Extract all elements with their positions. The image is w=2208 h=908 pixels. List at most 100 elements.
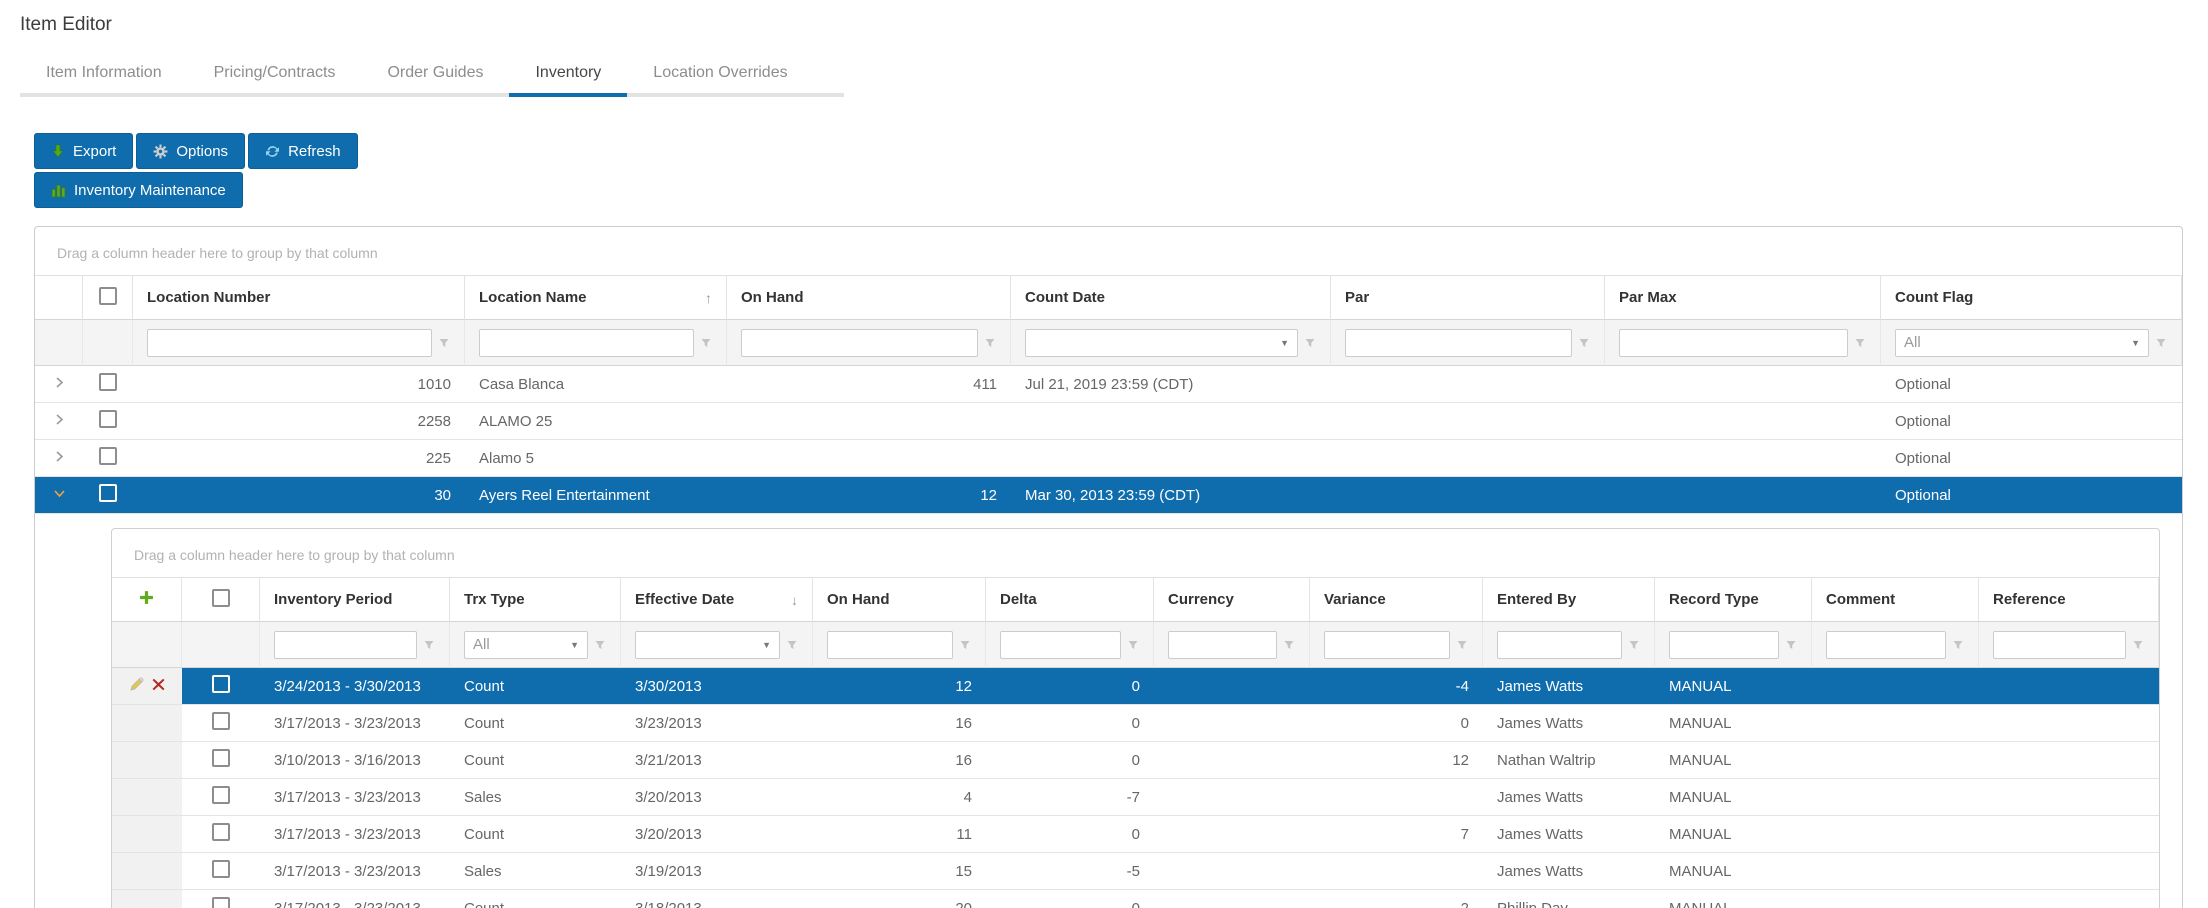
filter-input[interactable] (1497, 631, 1622, 659)
location-row[interactable]: 30 Ayers Reel Entertainment 12 Mar 30, 2… (35, 477, 2182, 514)
filter-funnel-icon[interactable] (2155, 337, 2167, 349)
filter-funnel-icon[interactable] (1854, 337, 1866, 349)
row-checkbox[interactable] (212, 749, 230, 767)
row-checkbox[interactable] (212, 675, 230, 693)
filter-funnel-icon[interactable] (1456, 639, 1468, 651)
column-header[interactable]: Reference (1979, 578, 2159, 622)
filter-input[interactable] (274, 631, 417, 659)
filter-input[interactable] (741, 329, 978, 357)
delete-icon[interactable] (152, 678, 165, 691)
location-row[interactable]: 225 Alamo 5 Optional (35, 440, 2182, 477)
export-button[interactable]: Export (34, 133, 133, 169)
column-header[interactable]: Count Flag (1881, 276, 2182, 320)
transaction-row[interactable]: 3/24/2013 - 3/30/2013 Count 3/30/2013 12… (112, 668, 2159, 705)
filter-input[interactable] (1619, 329, 1848, 357)
column-header[interactable]: Par (1331, 276, 1605, 320)
transaction-row[interactable]: 3/17/2013 - 3/23/2013 Sales 3/19/2013 15… (112, 853, 2159, 890)
column-header[interactable]: Record Type (1655, 578, 1812, 622)
column-header[interactable]: On Hand (813, 578, 986, 622)
select-all-checkbox[interactable] (99, 287, 117, 305)
expand-chevron-icon[interactable] (53, 488, 66, 499)
filter-funnel-icon[interactable] (786, 639, 798, 651)
transaction-row[interactable]: 3/17/2013 - 3/23/2013 Count 3/23/2013 16… (112, 705, 2159, 742)
row-checkbox[interactable] (99, 484, 117, 502)
filter-input[interactable]: ▼ (635, 631, 780, 659)
transaction-row[interactable]: 3/17/2013 - 3/23/2013 Count 3/18/2013 20… (112, 890, 2159, 908)
filter-funnel-icon[interactable] (594, 639, 606, 651)
column-header[interactable]: Trx Type (450, 578, 621, 622)
select-all-column-header[interactable] (182, 578, 260, 622)
filter-input[interactable] (1826, 631, 1946, 659)
filter-funnel-icon[interactable] (1127, 639, 1139, 651)
row-checkbox[interactable] (99, 410, 117, 428)
filter-input[interactable] (1324, 631, 1450, 659)
filter-funnel-icon[interactable] (1578, 337, 1590, 349)
filter-input[interactable] (479, 329, 694, 357)
column-header[interactable]: Par Max (1605, 276, 1881, 320)
row-checkbox[interactable] (212, 786, 230, 804)
edit-icon[interactable] (129, 677, 144, 692)
transaction-row[interactable]: 3/17/2013 - 3/23/2013 Sales 3/20/2013 4 … (112, 779, 2159, 816)
column-header[interactable]: Delta (986, 578, 1154, 622)
row-checkbox[interactable] (99, 373, 117, 391)
filter-funnel-icon[interactable] (438, 337, 450, 349)
row-checkbox[interactable] (212, 823, 230, 841)
filter-funnel-icon[interactable] (1785, 639, 1797, 651)
filter-input[interactable] (1000, 631, 1121, 659)
filter-funnel-icon[interactable] (1304, 337, 1316, 349)
column-header[interactable]: Entered By (1483, 578, 1655, 622)
add-record-button[interactable] (139, 590, 154, 605)
column-header[interactable]: On Hand (727, 276, 1011, 320)
filter-funnel-icon[interactable] (2132, 639, 2144, 651)
dropdown-caret-icon[interactable]: ▼ (2131, 338, 2140, 348)
refresh-button[interactable]: Refresh (248, 133, 358, 169)
dropdown-caret-icon[interactable]: ▼ (570, 640, 579, 650)
filter-funnel-icon[interactable] (700, 337, 712, 349)
location-row[interactable]: 2258 ALAMO 25 Optional (35, 403, 2182, 440)
filter-funnel-icon[interactable] (984, 337, 996, 349)
dropdown-caret-icon[interactable]: ▼ (1280, 338, 1289, 348)
options-button[interactable]: Options (136, 133, 245, 169)
expand-chevron-icon[interactable] (54, 450, 65, 463)
filter-input[interactable] (1669, 631, 1779, 659)
filter-funnel-icon[interactable] (959, 639, 971, 651)
dropdown-caret-icon[interactable]: ▼ (762, 640, 771, 650)
column-header[interactable]: Count Date (1011, 276, 1331, 320)
filter-input[interactable]: ▼ (1025, 329, 1298, 357)
expand-chevron-icon[interactable] (54, 413, 65, 426)
filter-input[interactable] (1168, 631, 1277, 659)
filter-input[interactable] (1993, 631, 2126, 659)
transaction-row[interactable]: 3/10/2013 - 3/16/2013 Count 3/21/2013 16… (112, 742, 2159, 779)
column-header[interactable]: Variance (1310, 578, 1483, 622)
select-all-checkbox[interactable] (212, 589, 230, 607)
column-header[interactable]: Inventory Period (260, 578, 450, 622)
column-header[interactable]: Location Name ↑ (465, 276, 727, 320)
filter-input[interactable] (1345, 329, 1572, 357)
tab[interactable]: Pricing/Contracts (188, 50, 362, 97)
column-header[interactable]: Location Number (133, 276, 465, 320)
filter-funnel-icon[interactable] (1952, 639, 1964, 651)
inventory-maintenance-button[interactable]: Inventory Maintenance (34, 172, 243, 208)
tab[interactable]: Order Guides (361, 50, 509, 97)
filter-funnel-icon[interactable] (1283, 639, 1295, 651)
tab[interactable]: Inventory (509, 50, 627, 97)
tab[interactable]: Location Overrides (627, 50, 813, 97)
row-checkbox[interactable] (212, 860, 230, 878)
row-checkbox[interactable] (212, 712, 230, 730)
location-row[interactable]: 1010 Casa Blanca 411 Jul 21, 2019 23:59 … (35, 366, 2182, 403)
transaction-row[interactable]: 3/17/2013 - 3/23/2013 Count 3/20/2013 11… (112, 816, 2159, 853)
select-all-column-header[interactable] (83, 276, 133, 320)
filter-input[interactable] (827, 631, 953, 659)
row-checkbox[interactable] (99, 447, 117, 465)
column-header[interactable]: Effective Date ↓ (621, 578, 813, 622)
filter-funnel-icon[interactable] (423, 639, 435, 651)
expand-chevron-icon[interactable] (54, 376, 65, 389)
column-header[interactable]: Comment (1812, 578, 1979, 622)
filter-input[interactable]: All ▼ (1895, 329, 2149, 357)
filter-input[interactable]: All ▼ (464, 631, 588, 659)
column-header[interactable]: Currency (1154, 578, 1310, 622)
tab[interactable]: Item Information (20, 50, 188, 97)
filter-input[interactable] (147, 329, 432, 357)
filter-funnel-icon[interactable] (1628, 639, 1640, 651)
row-checkbox[interactable] (212, 897, 230, 908)
